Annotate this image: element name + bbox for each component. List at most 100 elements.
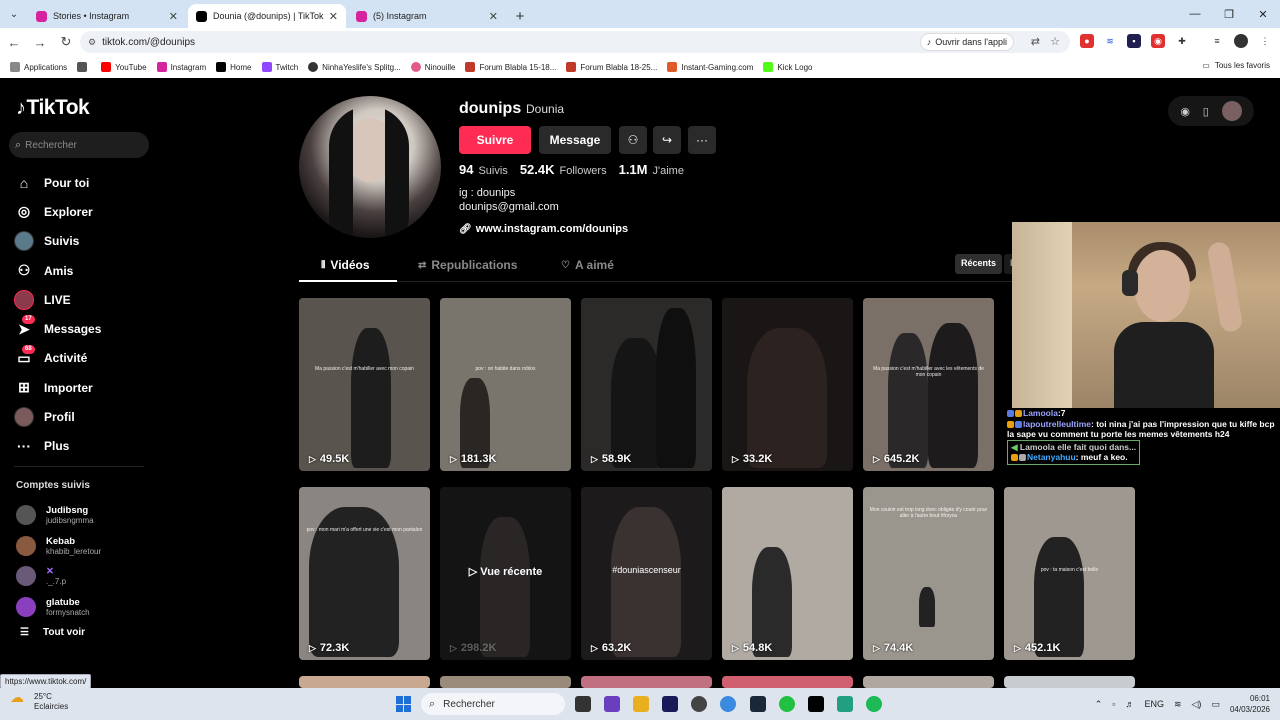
chevron-up-icon[interactable]: ⌃	[1095, 699, 1103, 710]
taskbar-search[interactable]: ⌕ Rechercher	[421, 693, 565, 715]
open-in-app-button[interactable]: ♪ Ouvrir dans l'appli	[919, 33, 1014, 51]
video-card[interactable]: Ma passion c'est m'habiller avec mon cop…	[299, 298, 430, 471]
obs-icon[interactable]	[691, 696, 707, 712]
search-bar[interactable]: ⌕	[9, 132, 149, 158]
tab-liked[interactable]: ♡ A aimé	[561, 258, 614, 272]
video-card[interactable]	[863, 676, 994, 688]
bookmark-forum-15-18[interactable]: Forum Blabla 15-18...	[465, 62, 556, 72]
sidebar-item-live[interactable]: LIVE	[14, 285, 154, 314]
app-icon[interactable]	[837, 696, 853, 712]
video-card[interactable]	[440, 676, 571, 688]
message-button[interactable]: Message	[539, 126, 611, 154]
stat-following[interactable]: 94 Suivis	[459, 162, 508, 177]
following-item[interactable]: glatube formysnatch	[16, 592, 146, 623]
sidebar-item-profil[interactable]: Profil	[14, 402, 154, 431]
video-card[interactable]: Mon couloir est trop long donc obligée d…	[863, 487, 994, 660]
profile-avatar[interactable]	[299, 96, 441, 238]
sidebar-item-pour-toi[interactable]: ⌂ Pour toi	[14, 168, 154, 197]
bookmark-kick[interactable]: Kick Logo	[763, 62, 813, 72]
sidebar-item-messages[interactable]: ➤ 17 Messages	[14, 314, 154, 343]
wifi-icon[interactable]: ≋	[1174, 699, 1182, 710]
clock[interactable]: 06:01 04/03/2026	[1230, 693, 1270, 715]
following-item[interactable]: Judibsng judibsngmma	[16, 500, 146, 531]
video-card[interactable]	[299, 676, 430, 688]
battery-icon[interactable]: ▭	[1211, 699, 1220, 710]
new-tab-button[interactable]: +	[508, 4, 532, 28]
bookmark-home[interactable]: Home	[216, 62, 252, 72]
sidebar-item-explorer[interactable]: ◎ Explorer	[14, 197, 154, 226]
close-icon[interactable]: ✕	[329, 10, 338, 23]
share-icon[interactable]: ↪	[653, 126, 681, 154]
maximize-icon[interactable]: ❐	[1212, 0, 1246, 28]
follow-button[interactable]: Suivre	[459, 126, 531, 154]
bookmark-twitch[interactable]: Twitch	[261, 62, 298, 72]
microphone-icon[interactable]: ♬	[1125, 699, 1134, 709]
media-icon[interactable]: ≡	[1210, 34, 1224, 48]
profile-link[interactable]: 🔗︎ www.instagram.com/dounips	[459, 223, 628, 235]
tab-tiktok-profile[interactable]: Dounia (@dounips) | TikTok ✕	[188, 4, 346, 28]
add-friend-icon[interactable]: ⚇	[619, 126, 647, 154]
more-icon[interactable]: ···	[688, 126, 716, 154]
windows-start-button[interactable]	[396, 696, 412, 712]
coin-icon[interactable]: ◉	[1180, 105, 1190, 118]
tiktok-logo[interactable]: ♪ TikTok	[16, 96, 90, 120]
forward-icon[interactable]: →	[28, 30, 52, 54]
tiktok-icon[interactable]	[808, 696, 824, 712]
video-card[interactable]: #douniascenseur ▷ 63.2K	[581, 487, 712, 660]
following-item[interactable]: Kebab khabib_leretour	[16, 531, 146, 562]
tab-videos[interactable]: ⦀ Vidéos	[321, 258, 370, 272]
video-card[interactable]	[722, 676, 853, 688]
bookmark-instagram[interactable]: Instagram	[156, 62, 206, 72]
video-card[interactable]	[1004, 676, 1135, 688]
video-card[interactable]: ▷ 58.9K	[581, 298, 712, 471]
back-icon[interactable]: ←	[2, 30, 26, 54]
app-icon[interactable]	[604, 696, 620, 712]
sort-recent-button[interactable]: Récents	[955, 254, 1003, 274]
chrome-icon[interactable]	[720, 696, 736, 712]
close-icon[interactable]: ✕	[489, 10, 498, 23]
premiere-icon[interactable]	[662, 696, 678, 712]
stat-followers[interactable]: 52.4K Followers	[520, 162, 607, 177]
minimize-icon[interactable]: —	[1178, 0, 1212, 28]
video-card[interactable]	[581, 676, 712, 688]
video-card[interactable]: pov : ta maison c'est belle ▷ 452.1K	[1004, 487, 1135, 660]
bookmark-instant-gaming[interactable]: Instant-Gaming.com	[667, 62, 753, 72]
video-card[interactable]: pov : mon mari m'a offert une vie c'est …	[299, 487, 430, 660]
sidebar-item-amis[interactable]: ⚇ Amis	[14, 256, 154, 285]
tab-republications[interactable]: ⇄ Republications	[418, 258, 517, 272]
language-indicator[interactable]: ENG	[1144, 699, 1164, 709]
translate-icon[interactable]: ⇄	[1031, 35, 1040, 48]
app-icon[interactable]	[779, 696, 795, 712]
puzzle-icon[interactable]: ✚	[1175, 34, 1189, 48]
task-view-icon[interactable]	[575, 696, 591, 712]
address-bar[interactable]: ⚙ tiktok.com/@dounips ♪ Ouvrir dans l'ap…	[80, 31, 1070, 53]
extension-icon[interactable]: ≋	[1103, 34, 1117, 48]
tray-app-icon[interactable]: ▫	[1112, 699, 1115, 709]
sidebar-item-plus[interactable]: ··· Plus	[14, 432, 154, 461]
tab-instagram[interactable]: (5) Instagram ✕	[348, 4, 506, 28]
tab-stories-instagram[interactable]: Stories • Instagram ✕	[28, 4, 186, 28]
adblock-icon[interactable]: ●	[1080, 34, 1094, 48]
file-explorer-icon[interactable]	[633, 696, 649, 712]
see-all-button[interactable]: ☰ Tout voir	[20, 627, 85, 638]
video-card[interactable]: pov : on habite dans roblox ▷ 181.3K	[440, 298, 571, 471]
site-info-icon[interactable]: ⚙	[88, 37, 96, 48]
bookmark-star-icon[interactable]: ☆	[1050, 35, 1060, 48]
extension-icon[interactable]: ▪	[1127, 34, 1141, 48]
bookmark-youtube[interactable]: YouTube	[101, 62, 147, 72]
phone-icon[interactable]: ▯	[1203, 105, 1209, 118]
avatar[interactable]	[1221, 101, 1242, 121]
bookmark-ninouille[interactable]: Ninouille	[410, 62, 455, 72]
spotify-icon[interactable]	[866, 696, 882, 712]
search-input[interactable]	[25, 139, 136, 151]
extension-icon[interactable]: ◉	[1151, 34, 1165, 48]
video-card[interactable]: ▷ Vue récente ▷ 298.2K	[440, 487, 571, 660]
sidebar-item-importer[interactable]: ⊞ Importer	[14, 373, 154, 402]
video-card[interactable]: ▷ 33.2K	[722, 298, 853, 471]
bookmark-splitgate[interactable]: NinhaYeslife's Splitg...	[308, 62, 401, 72]
close-icon[interactable]: ✕	[169, 10, 178, 23]
sidebar-item-activite[interactable]: ▭ 68 Activité	[14, 344, 154, 373]
avatar[interactable]	[1234, 34, 1248, 48]
steam-icon[interactable]	[750, 696, 766, 712]
tab-search-icon[interactable]: ⌄	[0, 0, 28, 28]
